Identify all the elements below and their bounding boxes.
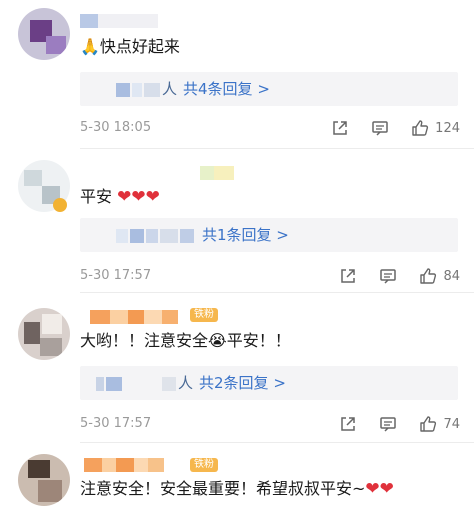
avatar[interactable] [18, 8, 70, 60]
like-icon[interactable] [419, 415, 437, 433]
comment-meta: 5-30 18:05 124 [80, 118, 460, 138]
like-icon[interactable] [411, 119, 429, 137]
comment-text: 🙏快点好起来 [80, 37, 180, 56]
comment-time: 5-30 18:05 [80, 120, 152, 135]
comment-text: 大哟！！注意安全😭平安！！ [80, 331, 291, 350]
reply-user[interactable]: 人 [178, 374, 193, 392]
reply-summary[interactable]: 人共2条回复 > [80, 366, 458, 400]
like-count: 84 [443, 268, 460, 284]
heart-emoji-icon: ❤ [131, 187, 146, 207]
avatar[interactable] [18, 308, 70, 360]
username-blurred[interactable] [84, 458, 164, 472]
fan-badge: 铁粉 [190, 308, 218, 322]
share-icon[interactable] [331, 119, 349, 137]
like-icon[interactable] [419, 267, 437, 285]
comment-text: 平安 ❤❤❤ [80, 187, 160, 207]
heart-emoji-icon: ❤ [379, 479, 394, 499]
like-count: 124 [435, 120, 460, 136]
fan-badge: 铁粉 [190, 458, 218, 472]
username-blurred[interactable] [80, 14, 158, 28]
comment-meta: 5-30 17:57 74 [80, 414, 460, 434]
heart-emoji-icon: ❤ [117, 187, 132, 207]
comment-icon[interactable] [379, 415, 397, 433]
divider [80, 292, 474, 293]
comment-meta: 5-30 17:57 84 [80, 266, 460, 286]
heart-emoji-icon: ❤ [365, 479, 380, 499]
reply-count-link[interactable]: 共4条回复 > [183, 80, 270, 98]
share-icon[interactable] [339, 415, 357, 433]
divider [80, 442, 474, 443]
username-blurred[interactable] [80, 166, 234, 180]
crying-emoji-icon: 😭 [208, 331, 227, 350]
comment-text: 注意安全！安全最重要！希望叔叔平安~❤❤ [80, 479, 394, 499]
share-icon[interactable] [339, 267, 357, 285]
reply-summary[interactable]: 共1条回复 > [80, 218, 458, 252]
like-count: 74 [443, 416, 460, 432]
comment-icon[interactable] [379, 267, 397, 285]
comment-time: 5-30 17:57 [80, 268, 152, 283]
reply-count-link[interactable]: 共1条回复 > [202, 226, 289, 244]
reply-summary[interactable]: 人共4条回复 > [80, 72, 458, 106]
pray-emoji-icon: 🙏 [80, 37, 100, 56]
avatar[interactable] [18, 454, 70, 506]
comment-time: 5-30 17:57 [80, 416, 152, 431]
reply-user[interactable]: 人 [162, 80, 177, 98]
reply-count-link[interactable]: 共2条回复 > [199, 374, 286, 392]
comment-icon[interactable] [371, 119, 389, 137]
heart-emoji-icon: ❤ [145, 187, 160, 207]
verified-icon [53, 198, 67, 212]
divider [80, 148, 474, 149]
username-blurred[interactable] [90, 310, 178, 324]
